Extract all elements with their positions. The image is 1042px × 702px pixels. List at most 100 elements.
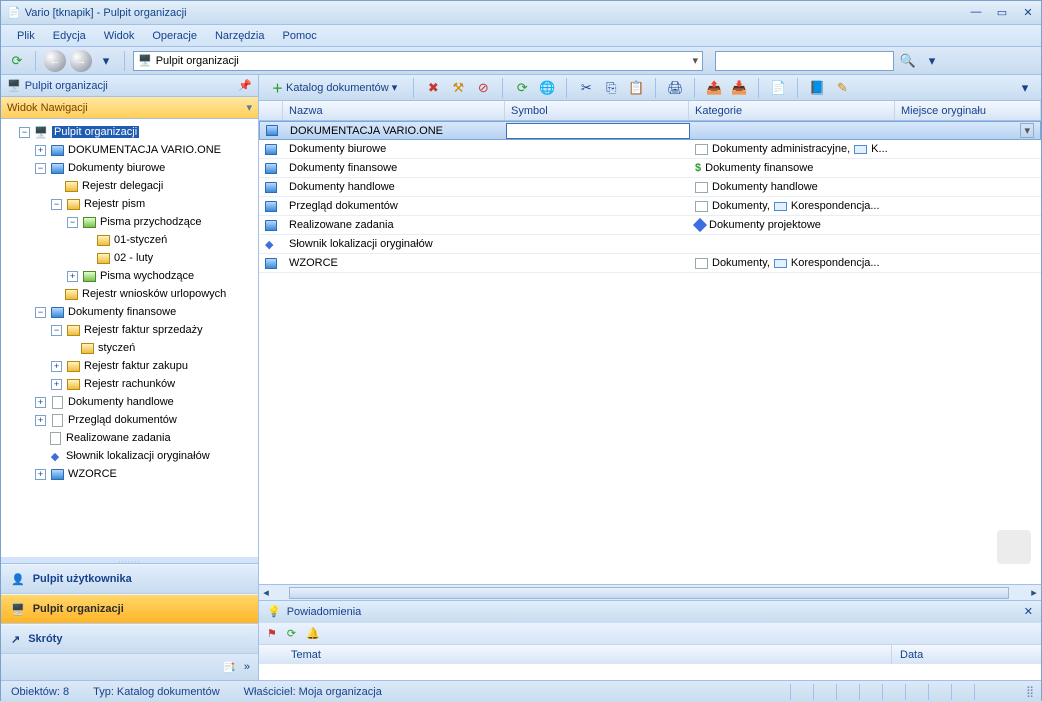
notif-col-icon[interactable] (259, 645, 283, 664)
tree-item[interactable]: −Rejestr pism (1, 195, 258, 213)
tool-icon[interactable]: ⚒ (448, 78, 468, 98)
print-icon[interactable]: 🖨 (665, 78, 685, 98)
refresh-icon[interactable]: ⟳ (7, 51, 27, 71)
menu-view[interactable]: Widok (96, 28, 143, 44)
window-title: Vario [tknapik] - Pulpit organizacji (25, 7, 187, 19)
watermark-icon (997, 530, 1031, 564)
history-dropdown-icon[interactable]: ▾ (96, 51, 116, 71)
toolbar-overflow-icon[interactable]: ▾ (922, 51, 942, 71)
tree-view[interactable]: −🖥️Pulpit organizacji +DOKUMENTACJA VARI… (1, 119, 258, 557)
edit-icon[interactable]: ✎ (832, 78, 852, 98)
grid-row[interactable]: Przegląd dokumentów Dokumenty,Koresponde… (259, 197, 1041, 216)
menu-edit[interactable]: Edycja (45, 28, 94, 44)
copy-icon[interactable]: ⎘ (601, 78, 621, 98)
search-input[interactable] (715, 51, 894, 71)
export-icon[interactable]: 📤 (704, 78, 724, 98)
col-symbol[interactable]: Symbol (505, 101, 689, 120)
col-icon[interactable] (259, 101, 283, 120)
nav-back-button[interactable]: ← (44, 50, 66, 72)
tree-item[interactable]: +DOKUMENTACJA VARIO.ONE (1, 141, 258, 159)
tree-item[interactable]: +Dokumenty handlowe (1, 393, 258, 411)
menu-file[interactable]: Plik (9, 28, 43, 44)
tree-item[interactable]: +Pisma wychodzące (1, 267, 258, 285)
grid-row[interactable]: Dokumenty handlowe Dokumenty handlowe (259, 178, 1041, 197)
nav-expand-icon[interactable]: » (244, 661, 250, 673)
horizontal-scrollbar[interactable]: ◂ ▸ (259, 584, 1041, 600)
maximize-button[interactable]: ▭ (995, 6, 1009, 19)
grid-row[interactable]: Dokumenty biurowe Dokumenty administracy… (259, 140, 1041, 159)
import-icon[interactable]: 📥 (729, 78, 749, 98)
menu-ops[interactable]: Operacje (144, 28, 205, 44)
tree-item[interactable]: +Rejestr faktur zakupu (1, 357, 258, 375)
notif-col-date[interactable]: Data (891, 645, 1041, 664)
resize-grip-icon[interactable]: ⣿ (1026, 685, 1031, 698)
chevron-down-icon[interactable]: ▾ (246, 101, 252, 114)
tree-item[interactable]: −Dokumenty biurowe (1, 159, 258, 177)
tree-item[interactable]: +WZORCE (1, 465, 258, 483)
dropdown-icon[interactable]: ▾ (692, 54, 698, 67)
cut-icon[interactable]: ✂ (576, 78, 596, 98)
grid-row[interactable]: Realizowane zadania Dokumenty projektowe (259, 216, 1041, 235)
overflow-icon[interactable]: ▾ (1015, 78, 1035, 98)
menu-tools[interactable]: Narzędzia (207, 28, 273, 44)
nav-config-icon[interactable]: 📑 (222, 661, 236, 674)
tree-item[interactable]: Rejestr delegacji (1, 177, 258, 195)
nav-forward-button[interactable]: → (70, 50, 92, 72)
globe-icon[interactable]: 🌐 (537, 78, 557, 98)
tree-item[interactable]: styczeń (1, 339, 258, 357)
grid-header: Nazwa Symbol Kategorie Miejsce oryginału (259, 101, 1041, 121)
refresh-icon[interactable]: ⟳ (512, 78, 532, 98)
refresh-icon[interactable]: ⟳ (287, 627, 296, 640)
dropdown-icon[interactable]: ▾ (1020, 123, 1034, 138)
scroll-right-icon[interactable]: ▸ (1027, 586, 1041, 599)
scrollbar-thumb[interactable] (289, 587, 1009, 599)
pin-icon[interactable]: 📌 (238, 79, 252, 92)
pane-icon: 🖥️ (7, 79, 21, 92)
flag-icon[interactable]: ⚑ (267, 627, 277, 640)
minimize-button[interactable]: — (969, 6, 983, 19)
grid-row[interactable]: Dokumenty finansowe $Dokumenty finansowe (259, 159, 1041, 178)
notifications-toolbar: ⚑ ⟳ 🔔 (259, 622, 1041, 644)
grid-row[interactable]: DOKUMENTACJA VARIO.ONE ▾ (259, 121, 1041, 140)
close-button[interactable]: ✕ (1021, 6, 1035, 19)
notifications-body[interactable] (259, 664, 1041, 680)
doc-icon[interactable]: 📄 (768, 78, 788, 98)
tree-root[interactable]: −🖥️Pulpit organizacji (1, 123, 258, 141)
nav-user-desktop[interactable]: 👤Pulpit użytkownika (1, 564, 258, 594)
nav-view-header[interactable]: Widok Nawigacji ▾ (1, 97, 258, 119)
menu-help[interactable]: Pomoc (275, 28, 325, 44)
bell-icon[interactable]: 🔔 (306, 627, 320, 640)
scroll-left-icon[interactable]: ◂ (259, 586, 273, 599)
notif-col-subject[interactable]: Temat (283, 645, 891, 664)
add-catalog-button[interactable]: ＋Katalog dokumentów▾ (265, 78, 404, 98)
delete-icon[interactable]: ✖ (423, 78, 443, 98)
tree-item[interactable]: 02 - luty (1, 249, 258, 267)
tree-item[interactable]: +Przegląd dokumentów (1, 411, 258, 429)
tree-item[interactable]: Rejestr wniosków urlopowych (1, 285, 258, 303)
col-name[interactable]: Nazwa (283, 101, 505, 120)
tree-item[interactable]: ◆Słownik lokalizacji oryginałów (1, 447, 258, 465)
tree-item[interactable]: +Rejestr rachunków (1, 375, 258, 393)
address-combo[interactable]: 🖥️ Pulpit organizacji ▾ (133, 51, 703, 71)
col-place[interactable]: Miejsce oryginału (895, 101, 1041, 120)
tree-item[interactable]: −Dokumenty finansowe (1, 303, 258, 321)
shortcuts-icon: ↗ (11, 633, 20, 646)
grid-row[interactable]: ◆ Słownik lokalizacji oryginałów (259, 235, 1041, 254)
tree-item[interactable]: −Rejestr faktur sprzedaży (1, 321, 258, 339)
tree-item[interactable]: −Pisma przychodzące (1, 213, 258, 231)
properties-icon[interactable]: 📘 (807, 78, 827, 98)
cancel-icon[interactable]: ⊘ (473, 78, 493, 98)
tree-item[interactable]: Realizowane zadania (1, 429, 258, 447)
col-category[interactable]: Kategorie (689, 101, 895, 120)
close-icon[interactable]: ✕ (1024, 605, 1033, 618)
title-bar: 📄 Vario [tknapik] - Pulpit organizacji —… (1, 1, 1041, 25)
search-icon[interactable]: 🔍 (898, 51, 918, 71)
dropdown-icon: ▾ (392, 81, 398, 94)
main-toolbar: ⟳ ← → ▾ 🖥️ Pulpit organizacji ▾ 🔍 ▾ (1, 47, 1041, 75)
grid-row[interactable]: WZORCE Dokumenty,Korespondencja... (259, 254, 1041, 273)
nav-shortcuts[interactable]: ↗Skróty (1, 624, 258, 654)
grid-body[interactable]: DOKUMENTACJA VARIO.ONE ▾ Dokumenty biuro… (259, 121, 1041, 584)
nav-org-desktop[interactable]: 🖥️Pulpit organizacji (1, 594, 258, 624)
paste-icon[interactable]: 📋 (626, 78, 646, 98)
tree-item[interactable]: 01-styczeń (1, 231, 258, 249)
